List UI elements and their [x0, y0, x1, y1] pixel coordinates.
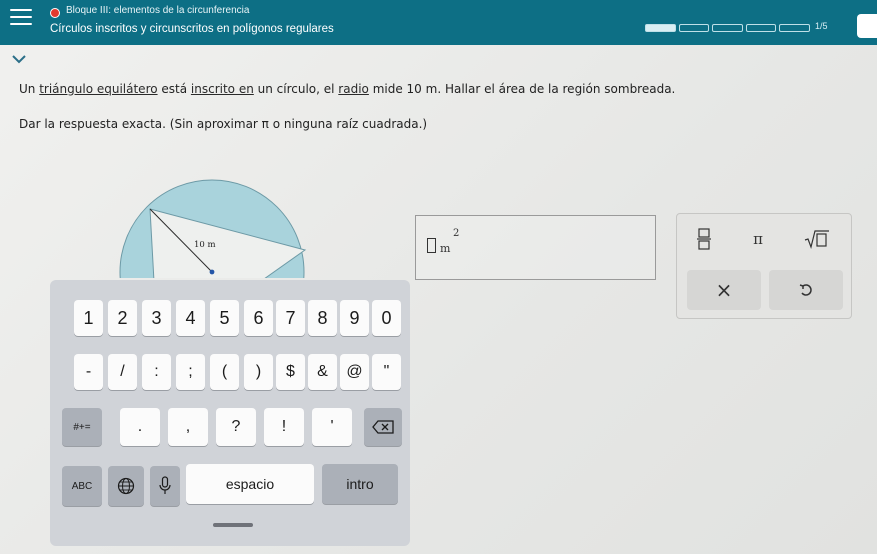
key-2[interactable]: 2	[108, 300, 137, 336]
glossary-link-inscribed[interactable]: inscrito en	[191, 82, 254, 96]
status-dot	[50, 8, 60, 18]
answer-exponent: 2	[453, 228, 460, 239]
key-open-paren[interactable]: (	[210, 354, 239, 390]
pi-button[interactable]: π	[743, 224, 773, 254]
header-side-button[interactable]	[857, 14, 877, 38]
header-title: Bloque III: elementos de la circunferenc…	[66, 5, 250, 16]
key-symbols-toggle[interactable]: #+=	[62, 408, 102, 446]
microphone-key[interactable]	[150, 466, 180, 506]
key-9[interactable]: 9	[340, 300, 369, 336]
header-bar: Bloque III: elementos de la circunferenc…	[0, 0, 877, 45]
key-apostrophe[interactable]: '	[312, 408, 352, 446]
key-question[interactable]: ?	[216, 408, 256, 446]
microphone-icon	[159, 476, 171, 494]
key-exclamation[interactable]: !	[264, 408, 304, 446]
key-semicolon[interactable]: ;	[176, 354, 205, 390]
key-ampersand[interactable]: &	[308, 354, 337, 390]
key-at[interactable]: @	[340, 354, 369, 390]
glossary-link-radius[interactable]: radio	[338, 82, 369, 96]
math-toolbar: π ×	[676, 213, 852, 319]
key-enter[interactable]: intro	[322, 464, 398, 504]
key-quote[interactable]: "	[372, 354, 401, 390]
globe-key[interactable]	[108, 466, 144, 506]
key-7[interactable]: 7	[276, 300, 305, 336]
sqrt-button[interactable]	[797, 224, 837, 254]
glossary-link-triangle[interactable]: triángulo equilátero	[39, 82, 157, 96]
key-6[interactable]: 6	[244, 300, 273, 336]
globe-icon	[117, 477, 135, 495]
header-subtitle: Círculos inscritos y circunscritos en po…	[50, 23, 334, 35]
key-5[interactable]: 5	[210, 300, 239, 336]
center-point	[209, 269, 215, 275]
key-8[interactable]: 8	[308, 300, 337, 336]
key-hyphen[interactable]: -	[74, 354, 103, 390]
key-1[interactable]: 1	[74, 300, 103, 336]
progress-bar	[645, 24, 810, 34]
key-4[interactable]: 4	[176, 300, 205, 336]
key-slash[interactable]: /	[108, 354, 137, 390]
key-3[interactable]: 3	[142, 300, 171, 336]
key-space[interactable]: espacio	[186, 464, 314, 504]
radius-label: 10 m	[194, 240, 216, 250]
key-0[interactable]: 0	[372, 300, 401, 336]
key-colon[interactable]: :	[142, 354, 171, 390]
chevron-down-icon[interactable]	[10, 52, 28, 66]
key-close-paren[interactable]: )	[244, 354, 273, 390]
question-text: Un triángulo equilátero está inscrito en…	[19, 82, 676, 96]
home-indicator	[213, 523, 253, 527]
key-comma[interactable]: ,	[168, 408, 208, 446]
answer-input[interactable]: m 2	[415, 215, 656, 280]
backspace-key[interactable]	[364, 408, 402, 446]
undo-icon	[799, 284, 812, 296]
key-period[interactable]: .	[120, 408, 160, 446]
fraction-button[interactable]	[689, 224, 719, 254]
onscreen-keyboard: 1 2 3 4 5 6 7 8 9 0 - / : ; ( ) $ & @ " …	[50, 280, 410, 546]
answer-placeholder-slot[interactable]	[427, 238, 436, 253]
circle-triangle-figure: 10 m	[119, 179, 307, 278]
backspace-icon	[372, 420, 394, 434]
undo-button[interactable]	[769, 270, 843, 310]
sqrt-icon	[804, 230, 829, 249]
fraction-icon	[697, 228, 711, 250]
key-dollar[interactable]: $	[276, 354, 305, 390]
answer-unit: m	[440, 242, 451, 255]
menu-icon[interactable]	[10, 9, 32, 25]
key-abc[interactable]: ABC	[62, 466, 102, 506]
instruction-text: Dar la respuesta exacta. (Sin aproximar …	[19, 117, 428, 131]
progress-text: 1/5	[815, 21, 828, 31]
clear-button[interactable]: ×	[687, 270, 761, 310]
